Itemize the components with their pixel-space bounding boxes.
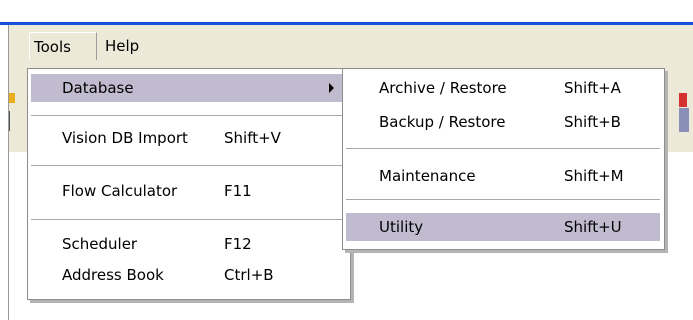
menu-bar: Tools Help <box>9 25 693 68</box>
tools-menu: Database Vision DB Import Shift+V Flow C… <box>27 68 351 300</box>
menu-item-shortcut: Shift+U <box>564 218 622 236</box>
menu-item-maintenance[interactable]: Maintenance Shift+M <box>346 162 660 190</box>
menu-separator <box>31 219 346 220</box>
menu-item-address-book[interactable]: Address Book Ctrl+B <box>31 261 346 289</box>
menu-item-vision-db-import[interactable]: Vision DB Import Shift+V <box>31 124 346 152</box>
menu-item-label: Address Book <box>62 266 164 284</box>
menu-help[interactable]: Help <box>101 32 143 60</box>
menu-item-backup-restore[interactable]: Backup / Restore Shift+B <box>346 108 660 136</box>
menu-item-utility[interactable]: Utility Shift+U <box>346 213 660 241</box>
menu-item-label: Maintenance <box>379 167 476 185</box>
menu-help-label: Help <box>105 37 140 55</box>
menu-item-label: Scheduler <box>62 235 138 253</box>
menu-item-label: Vision DB Import <box>62 129 188 147</box>
menu-tools-label: Tools <box>34 38 71 56</box>
menu-item-shortcut: Shift+M <box>564 167 624 185</box>
database-submenu: Archive / Restore Shift+A Backup / Resto… <box>342 68 665 250</box>
menu-item-label: Database <box>62 79 134 97</box>
menu-item-shortcut: F11 <box>224 182 252 200</box>
menu-separator <box>346 199 660 200</box>
menu-item-label: Backup / Restore <box>379 113 506 131</box>
toolbar-edge-fragment <box>9 111 15 131</box>
menu-separator <box>31 115 346 116</box>
toolbar-icon-fragment-right <box>679 93 687 107</box>
menu-item-shortcut: F12 <box>224 235 252 253</box>
menu-item-label: Utility <box>379 218 424 236</box>
menu-item-shortcut: Ctrl+B <box>224 266 274 284</box>
menu-item-scheduler[interactable]: Scheduler F12 <box>31 230 346 258</box>
menu-tools[interactable]: Tools <box>29 32 97 60</box>
title-bar-area <box>0 0 693 22</box>
toolbar-icon-fragment <box>9 93 15 103</box>
menu-item-shortcut: Shift+A <box>564 79 621 97</box>
menu-item-archive-restore[interactable]: Archive / Restore Shift+A <box>346 74 660 102</box>
menu-separator <box>346 148 660 149</box>
menu-item-flow-calculator[interactable]: Flow Calculator F11 <box>31 177 346 205</box>
toolbar-icon-fragment-right-2 <box>679 108 689 132</box>
menu-item-label: Flow Calculator <box>62 182 178 200</box>
menu-separator <box>31 165 346 166</box>
menu-item-shortcut: Shift+V <box>224 129 281 147</box>
menu-item-database[interactable]: Database <box>31 74 346 102</box>
submenu-arrow-icon <box>329 83 334 93</box>
menu-item-shortcut: Shift+B <box>564 113 621 131</box>
menu-item-label: Archive / Restore <box>379 79 507 97</box>
